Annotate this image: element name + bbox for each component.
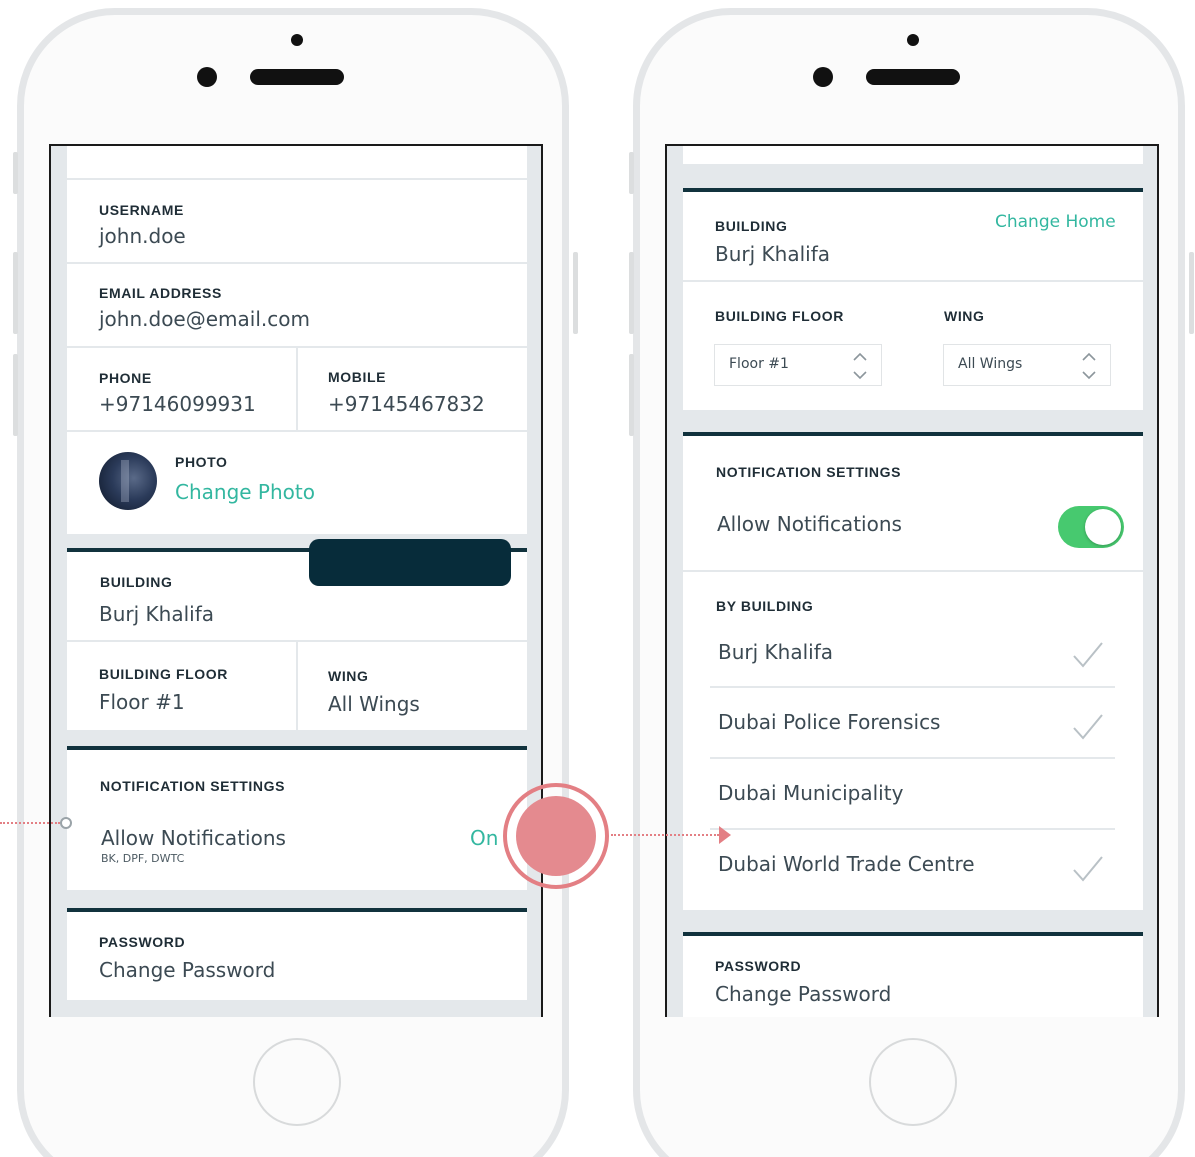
left-phone-sensor xyxy=(291,34,303,46)
wing-value: All Wings xyxy=(328,692,420,716)
building-label: BUILDING xyxy=(715,218,788,234)
left-phone-power-button xyxy=(573,252,578,334)
wing-label: WING xyxy=(328,668,369,684)
floor-wing-divider xyxy=(296,642,298,730)
floor-select[interactable]: Floor #1 xyxy=(714,344,882,386)
change-password-link[interactable]: Change Password xyxy=(99,958,275,982)
left-profile-screen: USERNAME john.doe EMAIL ADDRESS john.doe… xyxy=(49,144,543,1017)
email-label: EMAIL ADDRESS xyxy=(99,285,222,301)
notification-settings-label: NOTIFICATION SETTINGS xyxy=(716,464,902,480)
phone-value: +97146099931 xyxy=(99,392,256,416)
photo-label: PHOTO xyxy=(175,454,228,470)
notification-state[interactable]: On xyxy=(470,826,498,850)
password-label: PASSWORD xyxy=(715,958,802,974)
list-divider xyxy=(710,757,1115,759)
left-phone-volume-down xyxy=(13,354,18,436)
annotation-connector-right xyxy=(611,834,719,836)
notification-settings-card: NOTIFICATION SETTINGS Allow Notification… xyxy=(67,746,527,890)
wing-label: WING xyxy=(944,308,985,324)
tap-highlight-indicator xyxy=(516,796,596,876)
phone-label: PHONE xyxy=(99,370,152,386)
building-option-name: Dubai Municipality xyxy=(718,781,904,805)
cropped-card xyxy=(67,146,527,178)
left-phone-home-button xyxy=(253,1038,341,1126)
left-phone-speaker xyxy=(250,69,344,85)
floor-wing-row: BUILDING FLOOR WING Floor #1 All Wings xyxy=(683,282,1143,410)
change-home-link[interactable]: Change Home xyxy=(995,212,1116,232)
username-label: USERNAME xyxy=(99,202,184,218)
email-row: EMAIL ADDRESS john.doe@email.com xyxy=(67,264,527,348)
building-option-row[interactable]: Dubai World Trade Centre xyxy=(683,844,1143,914)
building-value: Burj Khalifa xyxy=(99,602,214,626)
notification-settings-card: NOTIFICATION SETTINGS Allow Notification… xyxy=(683,432,1143,910)
right-phone-mute-switch xyxy=(629,152,634,194)
left-phone-volume-up xyxy=(13,252,18,334)
right-phone-camera xyxy=(813,67,833,87)
floor-value: Floor #1 xyxy=(99,690,185,714)
left-phone-camera xyxy=(197,67,217,87)
photo-row: PHOTO Change Photo xyxy=(67,432,527,534)
allow-notifications-toggle[interactable] xyxy=(1058,506,1124,548)
building-value: Burj Khalifa xyxy=(715,242,830,266)
right-phone-power-button xyxy=(1189,252,1194,334)
chevron-up-down-icon xyxy=(1082,352,1096,380)
username-value: john.doe xyxy=(99,224,186,248)
building-option-row[interactable]: Dubai Municipality xyxy=(683,773,1143,843)
building-option-row[interactable]: Dubai Police Forensics xyxy=(683,702,1143,772)
right-phone-home-button xyxy=(869,1038,957,1126)
wing-select[interactable]: All Wings xyxy=(943,344,1111,386)
avatar xyxy=(99,452,157,510)
change-photo-link[interactable]: Change Photo xyxy=(175,480,315,504)
building-label: BUILDING xyxy=(100,574,173,590)
check-icon xyxy=(1073,642,1103,668)
notification-settings-label: NOTIFICATION SETTINGS xyxy=(100,778,286,794)
left-phone-mute-switch xyxy=(13,152,18,194)
floor-label: BUILDING FLOOR xyxy=(715,308,844,324)
list-divider xyxy=(710,828,1115,830)
chevron-up-down-icon xyxy=(853,352,867,380)
right-settings-screen: BUILDING Burj Khalifa Change Home BUILDI… xyxy=(665,144,1159,1017)
building-option-name: Dubai World Trade Centre xyxy=(718,852,975,876)
building-option-name: Burj Khalifa xyxy=(718,640,833,664)
password-label: PASSWORD xyxy=(99,934,186,950)
password-card: PASSWORD Change Password xyxy=(683,932,1143,1017)
account-info-card: USERNAME john.doe EMAIL ADDRESS john.doe… xyxy=(67,180,527,534)
allow-notifications-title[interactable]: Allow Notifications xyxy=(101,826,286,850)
right-phone-volume-down xyxy=(629,354,634,436)
building-card: BUILDING Burj Khalifa Change Home BUILDI… xyxy=(683,188,1143,410)
floor-select-value: Floor #1 xyxy=(729,356,789,372)
mobile-label: MOBILE xyxy=(328,369,387,385)
check-icon xyxy=(1073,714,1103,740)
right-phone-sensor xyxy=(907,34,919,46)
right-phone-speaker xyxy=(866,69,960,85)
phone-mobile-row: PHONE +97146099931 MOBILE +97145467832 xyxy=(67,348,527,432)
email-value: john.doe@email.com xyxy=(99,307,310,331)
by-building-label: BY BUILDING xyxy=(716,598,814,614)
building-option-name: Dubai Police Forensics xyxy=(718,710,941,734)
mobile-value: +97145467832 xyxy=(328,392,485,416)
arrow-right-icon xyxy=(719,826,731,844)
tooltip-overlay xyxy=(309,539,511,586)
check-icon xyxy=(1073,856,1103,882)
annotation-anchor-dot xyxy=(60,817,72,829)
toggle-knob xyxy=(1085,509,1121,545)
building-option-row[interactable]: Burj Khalifa xyxy=(683,632,1143,702)
change-password-link[interactable]: Change Password xyxy=(715,982,891,1006)
allow-notifications-row: NOTIFICATION SETTINGS Allow Notification… xyxy=(683,436,1143,572)
right-phone-volume-up xyxy=(629,252,634,334)
floor-label: BUILDING FLOOR xyxy=(99,666,228,682)
password-card: PASSWORD Change Password xyxy=(67,908,527,1000)
username-row: USERNAME john.doe xyxy=(67,180,527,264)
cropped-card xyxy=(683,146,1143,164)
allow-notifications-title: Allow Notifications xyxy=(717,512,902,536)
list-divider xyxy=(710,686,1115,688)
notification-buildings-summary: BK, DPF, DWTC xyxy=(101,852,185,865)
annotation-connector-left xyxy=(0,822,60,824)
building-row: BUILDING Burj Khalifa Change Home xyxy=(683,192,1143,282)
phone-mobile-divider xyxy=(296,348,298,430)
wing-select-value: All Wings xyxy=(958,356,1023,372)
floor-wing-row: BUILDING FLOOR Floor #1 WING All Wings xyxy=(67,642,527,730)
